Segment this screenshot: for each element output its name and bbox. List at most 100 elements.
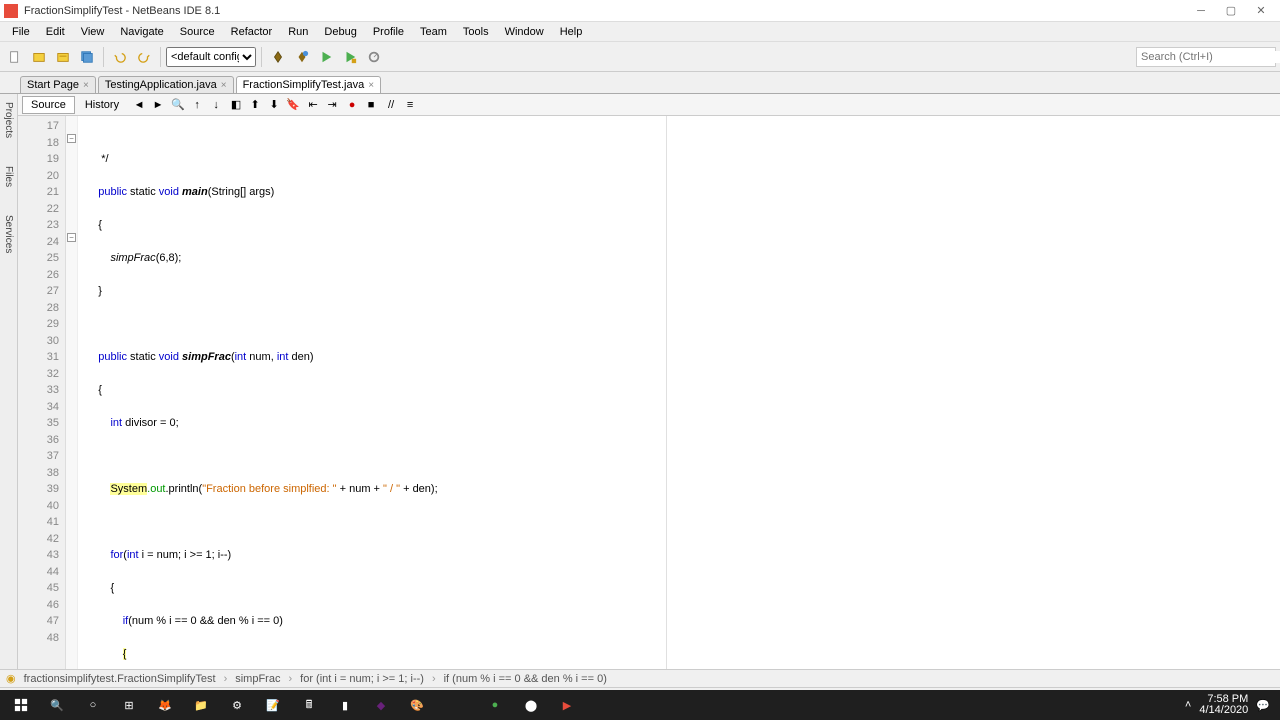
build-button[interactable] xyxy=(267,46,289,68)
line-number: 24 xyxy=(18,234,59,251)
line-number: 38 xyxy=(18,465,59,482)
undo-button[interactable] xyxy=(109,46,131,68)
krita-icon[interactable]: 🎨 xyxy=(400,691,434,719)
app-icon xyxy=(4,4,18,18)
new-project-button[interactable] xyxy=(28,46,50,68)
line-number: 47 xyxy=(18,613,59,630)
search-button[interactable]: 🔍 xyxy=(40,691,74,719)
line-number: 18 xyxy=(18,135,59,152)
clean-build-button[interactable] xyxy=(291,46,313,68)
maximize-button[interactable]: ▢ xyxy=(1216,2,1246,20)
prev-bookmark-icon[interactable]: ⬆ xyxy=(246,96,264,114)
find-next-icon[interactable]: ↓ xyxy=(207,96,225,114)
calc-icon[interactable]: 🖩 xyxy=(292,691,326,719)
find-prev-icon[interactable]: ↑ xyxy=(188,96,206,114)
close-tab-icon[interactable]: × xyxy=(221,80,227,91)
breadcrumb-item[interactable]: simpFrac xyxy=(231,673,284,685)
vs-icon[interactable]: ◆ xyxy=(364,691,398,719)
source-tab[interactable]: Source xyxy=(22,96,75,114)
line-number: 23 xyxy=(18,217,59,234)
code-editor[interactable]: 1718192021222324252627282930313233343536… xyxy=(18,116,1280,669)
menu-tools[interactable]: Tools xyxy=(455,24,497,40)
macro-stop-icon[interactable]: ■ xyxy=(362,96,380,114)
close-button[interactable]: ✕ xyxy=(1246,2,1276,20)
nav-fwd-icon[interactable]: ► xyxy=(149,96,167,114)
line-number: 21 xyxy=(18,184,59,201)
menu-navigate[interactable]: Navigate xyxy=(112,24,171,40)
new-file-button[interactable] xyxy=(4,46,26,68)
cmd-icon[interactable]: ▮ xyxy=(328,691,362,719)
file-tab[interactable]: TestingApplication.java× xyxy=(98,76,234,93)
comment-icon[interactable]: // xyxy=(382,96,400,114)
notepad-icon[interactable]: 📝 xyxy=(256,691,290,719)
line-number: 32 xyxy=(18,366,59,383)
menu-profile[interactable]: Profile xyxy=(365,24,412,40)
breadcrumb-item[interactable]: fractionsimplifytest.FractionSimplifyTes… xyxy=(20,673,220,685)
nav-back-icon[interactable]: ◄ xyxy=(130,96,148,114)
menu-team[interactable]: Team xyxy=(412,24,455,40)
minimize-button[interactable]: ─ xyxy=(1186,2,1216,20)
config-dropdown[interactable]: <default config> xyxy=(166,47,256,67)
macro-rec-icon[interactable]: ● xyxy=(343,96,361,114)
app-icon-1[interactable]: ● xyxy=(478,691,512,719)
system-tray[interactable]: ˄ 7:58 PM 4/14/2020 💬 xyxy=(1185,694,1276,716)
windows-taskbar: 🔍 ○ ⊞ 🦊 📁 ⚙ 📝 🖩 ▮ ◆ 🎨 ● ⬤ ▶ ˄ 7:58 PM 4/… xyxy=(0,690,1280,720)
menu-window[interactable]: Window xyxy=(497,24,552,40)
side-tab-files[interactable]: Files xyxy=(2,162,15,191)
side-tab-services[interactable]: Services xyxy=(2,211,15,257)
code-content[interactable]: */ public static void main(String[] args… xyxy=(78,116,1280,669)
fold-toggle-icon[interactable]: − xyxy=(67,134,76,143)
firefox-icon[interactable]: 🦊 xyxy=(148,691,182,719)
close-tab-icon[interactable]: × xyxy=(368,80,374,91)
start-button[interactable] xyxy=(4,691,38,719)
titlebar: FractionSimplifyTest - NetBeans IDE 8.1 … xyxy=(0,0,1280,22)
shift-left-icon[interactable]: ⇤ xyxy=(304,96,322,114)
run-button[interactable] xyxy=(315,46,337,68)
fold-toggle-icon[interactable]: − xyxy=(67,233,76,242)
breadcrumb-item[interactable]: if (num % i == 0 && den % i == 0) xyxy=(440,673,611,685)
notifications-icon[interactable]: 💬 xyxy=(1256,699,1270,712)
line-number: 22 xyxy=(18,201,59,218)
explorer-icon[interactable]: 📁 xyxy=(184,691,218,719)
line-number: 41 xyxy=(18,514,59,531)
side-tab-projects[interactable]: Projects xyxy=(2,98,15,142)
line-number: 34 xyxy=(18,399,59,416)
menu-debug[interactable]: Debug xyxy=(316,24,364,40)
menu-view[interactable]: View xyxy=(73,24,113,40)
taskview-button[interactable]: ⊞ xyxy=(112,691,146,719)
line-number: 26 xyxy=(18,267,59,284)
profile-button[interactable] xyxy=(363,46,385,68)
history-tab[interactable]: History xyxy=(76,96,128,114)
menu-help[interactable]: Help xyxy=(552,24,591,40)
file-tab[interactable]: FractionSimplifyTest.java× xyxy=(236,76,382,93)
menu-source[interactable]: Source xyxy=(172,24,223,40)
close-tab-icon[interactable]: × xyxy=(83,80,89,91)
cortana-button[interactable]: ○ xyxy=(76,691,110,719)
open-project-button[interactable] xyxy=(52,46,74,68)
save-all-button[interactable] xyxy=(76,46,98,68)
redo-button[interactable] xyxy=(133,46,155,68)
debug-button[interactable] xyxy=(339,46,361,68)
toggle-bookmark-icon[interactable]: 🔖 xyxy=(284,96,302,114)
menu-edit[interactable]: Edit xyxy=(38,24,73,40)
class-icon: ◉ xyxy=(6,672,16,685)
find-selection-icon[interactable]: 🔍 xyxy=(169,96,187,114)
shift-right-icon[interactable]: ⇥ xyxy=(323,96,341,114)
breadcrumb-item[interactable]: for (int i = num; i >= 1; i--) xyxy=(296,673,428,685)
settings-icon[interactable]: ⚙ xyxy=(220,691,254,719)
search-input[interactable] xyxy=(1141,51,1280,63)
toggle-highlight-icon[interactable]: ◧ xyxy=(227,96,245,114)
file-tab[interactable]: Start Page× xyxy=(20,76,96,93)
main-toolbar: <default config> xyxy=(0,42,1280,72)
tray-chevron-icon[interactable]: ˄ xyxy=(1185,699,1191,711)
menu-run[interactable]: Run xyxy=(280,24,316,40)
search-box[interactable] xyxy=(1136,47,1276,67)
app-icon-2[interactable]: ⬤ xyxy=(514,691,548,719)
app-icon-3[interactable]: ▶ xyxy=(550,691,584,719)
line-number: 35 xyxy=(18,415,59,432)
next-bookmark-icon[interactable]: ⬇ xyxy=(265,96,283,114)
breadcrumb-separator: › xyxy=(288,673,292,685)
uncomment-icon[interactable]: ≡ xyxy=(401,96,419,114)
menu-refactor[interactable]: Refactor xyxy=(223,24,281,40)
menu-file[interactable]: File xyxy=(4,24,38,40)
